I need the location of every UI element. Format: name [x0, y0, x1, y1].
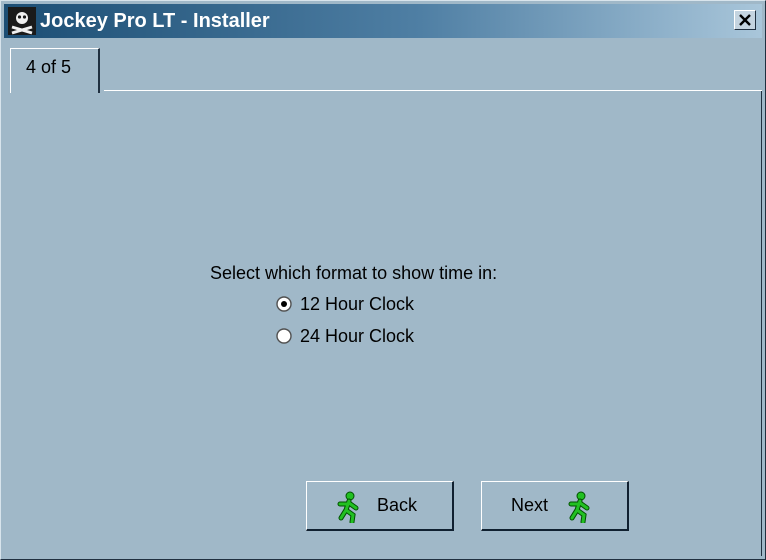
- tab-label: 4 of 5: [26, 57, 72, 77]
- back-button[interactable]: Back: [306, 481, 454, 531]
- installer-window: Jockey Pro LT - Installer 4 of 5 Select …: [0, 0, 766, 560]
- title-bar[interactable]: Jockey Pro LT - Installer: [4, 4, 762, 38]
- radio-unselected-icon[interactable]: [276, 328, 292, 344]
- tab-strip: 4 of 5: [4, 38, 762, 94]
- tab-step-4[interactable]: 4 of 5: [10, 48, 100, 93]
- time-format-prompt: Select which format to show time in:: [210, 263, 498, 283]
- window-title: Jockey Pro LT - Installer: [40, 10, 270, 32]
- panel-edge: [761, 91, 762, 556]
- next-label: Next: [511, 495, 549, 515]
- close-button[interactable]: [734, 10, 756, 30]
- radio-label-12-hour: 12 Hour Clock: [300, 294, 415, 314]
- tab-divider: [104, 90, 762, 91]
- radio-label-24-hour: 24 Hour Clock: [300, 326, 415, 346]
- radio-selected-icon[interactable]: [276, 296, 292, 312]
- pirate-flag-icon: [8, 7, 36, 35]
- next-button[interactable]: Next: [481, 481, 629, 531]
- running-man-icon: [335, 491, 363, 525]
- back-label: Back: [377, 495, 418, 515]
- running-man-icon: [566, 491, 594, 525]
